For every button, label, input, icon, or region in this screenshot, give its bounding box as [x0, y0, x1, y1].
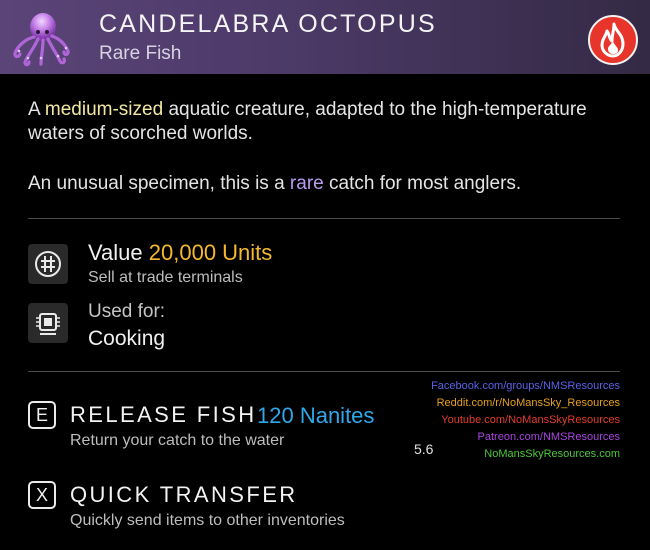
units-currency-icon: [28, 244, 68, 284]
used-for-value: Cooking: [88, 327, 166, 350]
key-e-icon[interactable]: E: [28, 401, 56, 429]
used-for-label: Used for:: [88, 301, 166, 322]
value-label: Value: [88, 240, 143, 265]
item-subtitle: Rare Fish: [99, 43, 182, 64]
heat-badge: [588, 15, 638, 65]
rarity-highlight: rare: [289, 173, 324, 194]
credit-website: NoMansSkyResources.com: [484, 448, 620, 460]
divider: [28, 218, 620, 219]
credits-watermark: Facebook.com/groups/NMSResources Reddit.…: [431, 378, 620, 463]
value-amount: 20,000 Units: [148, 240, 273, 265]
nutrient-processor-icon: [28, 303, 68, 343]
value-line: Value 20,000 Units: [88, 240, 272, 266]
nanites-reward: 120 Nanites: [257, 403, 375, 428]
description-paragraph-1: A medium-sized aquatic creature, adapted…: [28, 99, 587, 144]
quick-transfer-subtext: Quickly send items to other inventories: [70, 512, 345, 529]
description-paragraph-2: An unusual specimen, this is a rare catc…: [28, 173, 522, 194]
version-number: 5.6: [414, 441, 434, 457]
credit-patreon: Patreon.com/NMSResources: [477, 431, 620, 443]
value-subtext: Sell at trade terminals: [88, 269, 243, 286]
quick-transfer-button[interactable]: QUICK TRANSFER: [70, 482, 298, 508]
credit-facebook: Facebook.com/groups/NMSResources: [431, 380, 620, 392]
release-fish-subtext: Return your catch to the water: [70, 432, 285, 449]
size-highlight: medium-sized: [44, 99, 164, 120]
heat-flame-icon: [600, 22, 625, 58]
key-x-icon[interactable]: X: [28, 481, 56, 509]
item-title: CANDELABRA OCTOPUS: [99, 10, 437, 38]
octopus-icon: [13, 13, 70, 67]
item-header: CANDELABRA OCTOPUS Rare Fish: [0, 0, 650, 74]
release-fish-button[interactable]: RELEASE FISH: [70, 402, 257, 428]
item-description: A medium-sized aquatic creature, adapted…: [28, 98, 628, 196]
divider: [28, 371, 620, 372]
credit-youtube: Youtube.com/NoMansSkyResources: [441, 414, 620, 426]
credit-reddit: Reddit.com/r/NoMansSky_Resources: [436, 397, 620, 409]
